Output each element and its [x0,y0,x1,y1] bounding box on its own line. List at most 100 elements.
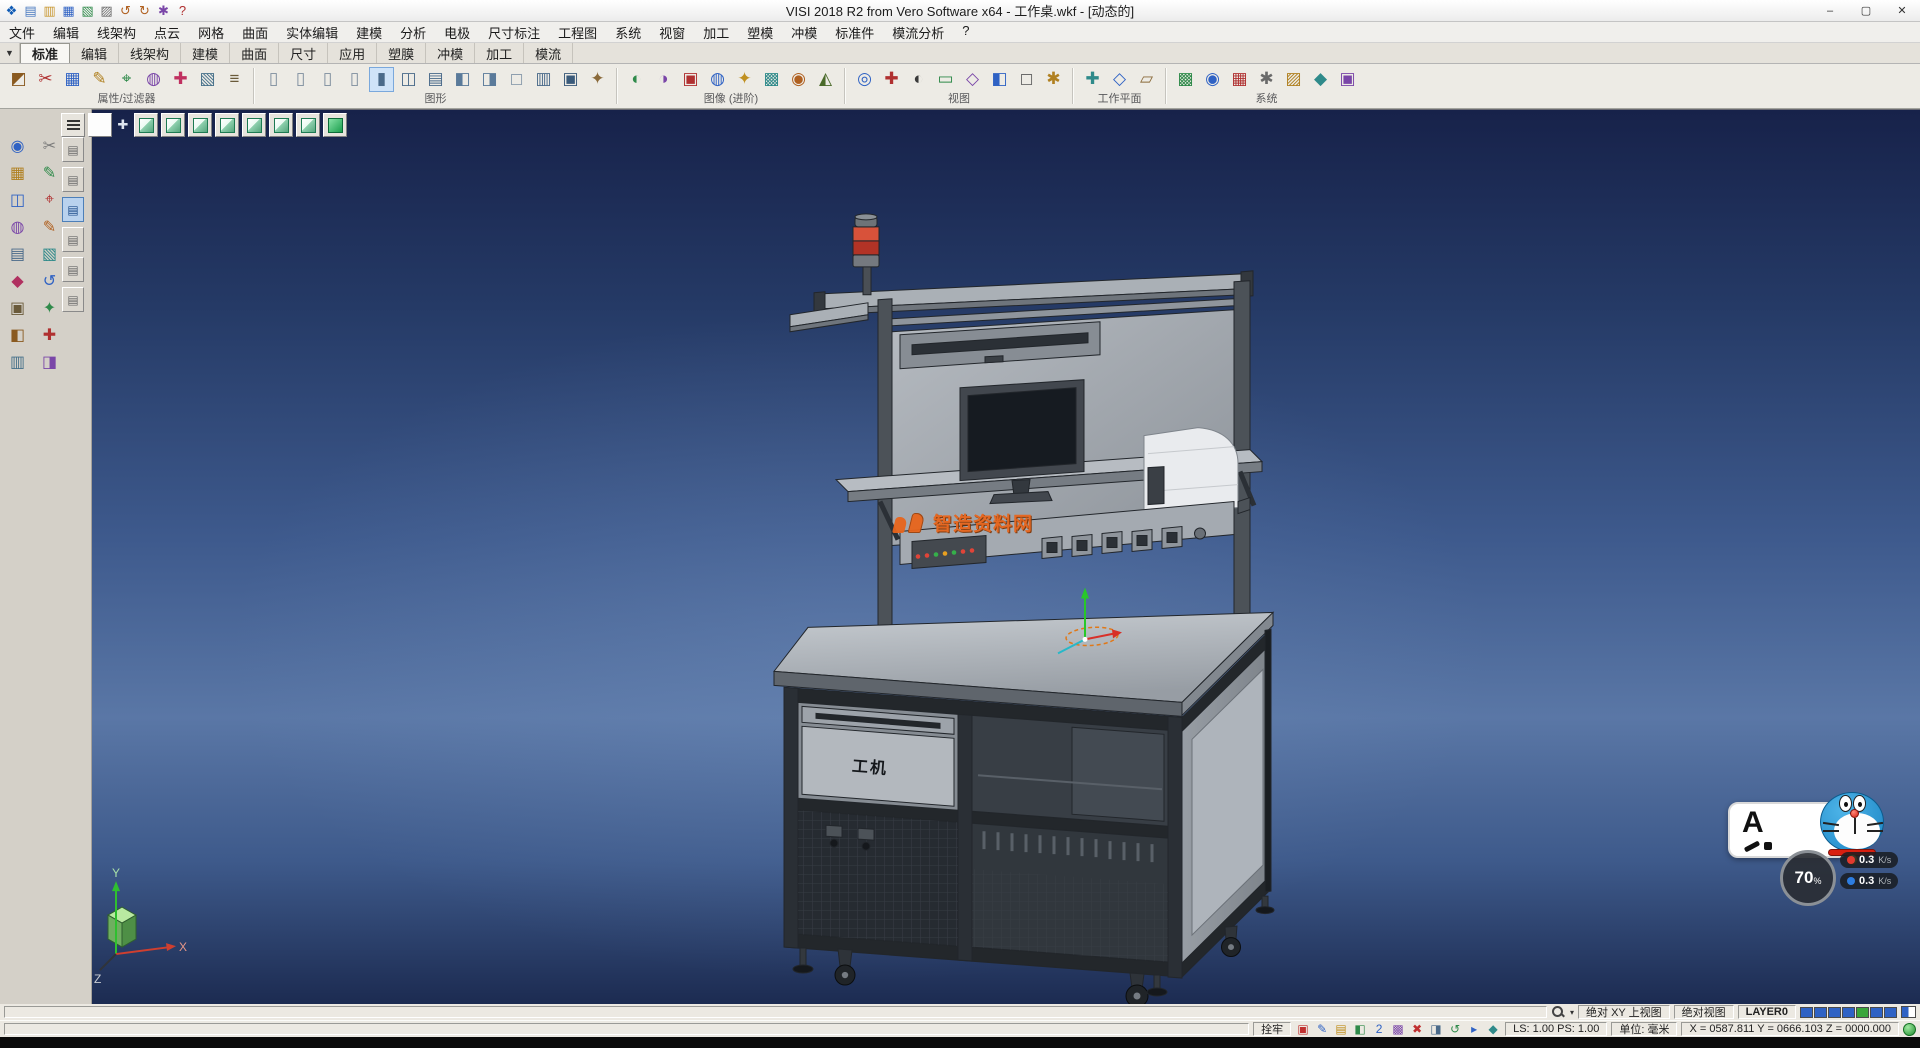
view-cube-button[interactable] [242,113,266,137]
menu-item[interactable]: 视窗 [650,23,694,42]
ribbon-icon[interactable]: ◐ [624,67,649,92]
ribbon-icon[interactable]: ▤ [423,67,448,92]
status-orb-icon[interactable] [1903,1023,1916,1036]
panel-toggle-icon[interactable]: ▤ [62,257,84,282]
ribbon-icon[interactable]: ◍ [141,67,166,92]
side-tool-icon[interactable]: ◧ [4,322,31,347]
assistant-widget[interactable]: A [1728,792,1920,932]
view-menu-button[interactable] [61,113,85,137]
ribbon-icon[interactable]: ◻ [1014,67,1039,92]
ribbon-icon[interactable]: ▧ [195,67,220,92]
crosshair-icon[interactable]: ✚ [115,117,131,133]
ribbon-icon[interactable]: ▥ [531,67,556,92]
ribbon-icon[interactable]: ▦ [1227,67,1252,92]
ribbon-icon[interactable]: ◧ [450,67,475,92]
toolbar-tab[interactable]: 标准 [20,43,70,63]
toolbar-tab[interactable]: 尺寸 [279,43,328,63]
ribbon-icon[interactable]: ✱ [1041,67,1066,92]
side-tool-icon[interactable]: ✎ [36,160,63,185]
toolbar-tab[interactable]: 应用 [328,43,377,63]
menu-item[interactable]: 塑模 [738,23,782,42]
title-bar[interactable]: ❖▤▥▦▧▨↺↻✱? VISI 2018 R2 from Vero Softwa… [0,0,1920,22]
menu-item[interactable]: 网格 [189,23,233,42]
tab-dropdown-icon[interactable]: ▼ [0,43,20,63]
status-tool-icon[interactable]: ✖ [1409,1022,1425,1037]
side-tool-icon[interactable]: ✚ [36,322,63,347]
status-tool-icon[interactable]: ▸ [1466,1022,1482,1037]
panel-toggle-icon[interactable]: ▤ [62,287,84,312]
toolbar-tab[interactable]: 线架构 [119,43,181,63]
side-tool-icon[interactable]: ✦ [36,295,63,320]
view-cube-button[interactable] [215,113,239,137]
status-tool-icon[interactable]: ↺ [1447,1022,1463,1037]
ribbon-icon[interactable]: ▯ [342,67,367,92]
search-dropdown-icon[interactable]: ▾ [1570,1008,1574,1017]
ribbon-icon[interactable]: ◐ [906,67,931,92]
ribbon-icon[interactable]: ◆ [1308,67,1333,92]
progress-ring[interactable]: 70 % [1780,850,1836,906]
toolbar-tab[interactable]: 塑膜 [377,43,426,63]
toolbar-tab[interactable]: 加工 [475,43,524,63]
side-tool-icon[interactable]: ✎ [36,214,63,239]
status-tool-icon[interactable]: ▩ [1390,1022,1406,1037]
menu-item[interactable]: 实体编辑 [277,23,347,42]
view-cube-button[interactable] [161,113,185,137]
ribbon-icon[interactable]: ▣ [1335,67,1360,92]
toolbar-tab[interactable]: 编辑 [70,43,119,63]
panel-toggle-icon[interactable]: ▤ [62,137,84,162]
status-tool-icon[interactable]: ◆ [1485,1022,1501,1037]
view-cube-button[interactable] [323,113,347,137]
layer-color-swatch[interactable] [1884,1007,1897,1018]
side-tool-icon[interactable]: ▦ [4,160,31,185]
ribbon-icon[interactable]: ≡ [222,67,247,92]
ribbon-icon[interactable]: ▯ [315,67,340,92]
side-tool-icon[interactable]: ▧ [36,241,63,266]
menu-item[interactable]: 曲面 [233,23,277,42]
menu-item[interactable]: 模流分析 [883,23,953,42]
ribbon-icon[interactable]: ▯ [261,67,286,92]
status-tool-icon[interactable]: ◨ [1428,1022,1444,1037]
status-tool-icon[interactable]: ▤ [1333,1022,1349,1037]
active-layer-label[interactable]: LAYER0 [1738,1005,1796,1019]
layer-color-swatch[interactable] [1814,1007,1827,1018]
status-tool-icon[interactable]: 2 [1371,1022,1387,1037]
ribbon-icon[interactable]: ◨ [477,67,502,92]
side-tool-icon[interactable]: ◨ [36,349,63,374]
layer-panel-icon[interactable] [1901,1006,1916,1018]
panel-toggle-icon[interactable]: ▤ [62,227,84,252]
menu-item[interactable]: 加工 [694,23,738,42]
menu-item[interactable]: 系统 [606,23,650,42]
layer-color-swatch[interactable] [1856,1007,1869,1018]
viewport-canvas[interactable]: 工机 [92,109,1920,1004]
view-cube-button[interactable] [296,113,320,137]
ribbon-icon[interactable]: ▨ [1281,67,1306,92]
status-tool-icon[interactable]: ▣ [1295,1022,1311,1037]
maximize-button[interactable]: ▢ [1848,0,1884,21]
search-icon[interactable] [1551,1005,1566,1019]
ribbon-icon[interactable]: ▭ [933,67,958,92]
menu-item[interactable]: ? [953,23,978,42]
ribbon-icon[interactable]: ▩ [1173,67,1198,92]
ribbon-icon[interactable]: ◉ [1200,67,1225,92]
side-tool-icon[interactable]: ◍ [4,214,31,239]
quick-access-icon[interactable]: ? [174,2,191,19]
ribbon-icon[interactable]: ✚ [1080,67,1105,92]
side-tool-icon[interactable]: ▤ [4,241,31,266]
quick-access-icon[interactable]: ▨ [98,2,115,19]
status-tool-icon[interactable]: ✎ [1314,1022,1330,1037]
ribbon-icon[interactable]: ▱ [1134,67,1159,92]
ribbon-icon[interactable]: ◎ [852,67,877,92]
view-blank-button[interactable] [88,113,112,137]
quick-access-icon[interactable]: ▧ [79,2,96,19]
side-tool-icon[interactable]: ◆ [4,268,31,293]
side-tool-icon[interactable]: ✂ [36,133,63,158]
menu-item[interactable]: 分析 [391,23,435,42]
menu-item[interactable]: 工程图 [549,23,606,42]
menu-item[interactable]: 电极 [435,23,479,42]
layer-color-swatch[interactable] [1870,1007,1883,1018]
ribbon-icon[interactable]: ◻ [504,67,529,92]
ribbon-icon[interactable]: ▣ [678,67,703,92]
quick-access-icon[interactable]: ▥ [41,2,58,19]
menu-item[interactable]: 点云 [145,23,189,42]
ribbon-icon[interactable]: ▣ [558,67,583,92]
